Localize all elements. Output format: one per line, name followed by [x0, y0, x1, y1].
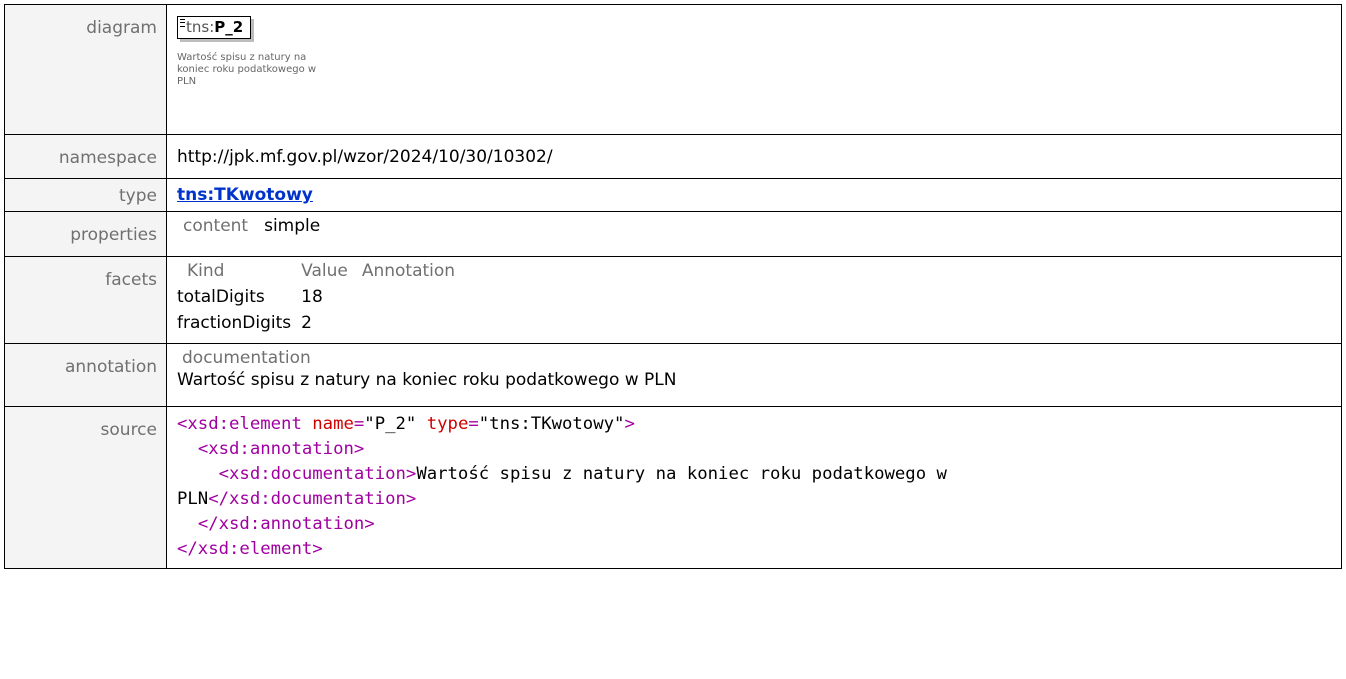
facet-kind: fractionDigits [177, 313, 292, 333]
xml-source-code: <xsd:element name="P_2" type="tns:TKwoto… [177, 414, 947, 559]
property-value: simple [264, 216, 321, 236]
diagram-documentation: Wartość spisu z natury na koniec roku po… [177, 52, 317, 87]
annotation-header: documentation [182, 348, 311, 368]
label-facets: facets [4, 256, 167, 344]
label-properties: properties [4, 211, 167, 257]
row-source: source <xsd:element name="P_2" type="tns… [4, 406, 1342, 569]
facets-table: Kind Value Annotation totalDigits 18 fra… [177, 261, 465, 337]
row-properties: properties content simple [4, 211, 1342, 257]
row-namespace: namespace http://jpk.mf.gov.pl/wzor/2024… [4, 134, 1342, 179]
row-type: type tns:TKwotowy [4, 178, 1342, 212]
facet-value: 18 [301, 287, 323, 307]
row-facets: facets Kind Value Annotation totalDigits… [4, 256, 1342, 344]
type-link[interactable]: tns:TKwotowy [177, 185, 313, 205]
facet-kind: totalDigits [177, 287, 265, 307]
namespace-value: http://jpk.mf.gov.pl/wzor/2024/10/30/103… [166, 134, 1342, 179]
properties-table: content simple [183, 216, 330, 236]
schema-element-table: diagram tns:P_2 Wartość spisu z natury n… [4, 4, 1342, 569]
label-type: type [4, 178, 167, 212]
row-annotation: annotation documentation Wartość spisu z… [4, 343, 1342, 407]
facet-row: fractionDigits 2 [177, 311, 465, 337]
facets-header-value: Value [301, 261, 348, 281]
element-icon [180, 19, 185, 27]
annotation-text: Wartość spisu z natury na koniec roku po… [177, 370, 677, 390]
diagram-cell: tns:P_2 Wartość spisu z natury na koniec… [166, 4, 1342, 135]
element-diagram-box[interactable]: tns:P_2 [177, 16, 252, 39]
facet-row: totalDigits 18 [177, 285, 465, 311]
facets-header-annotation: Annotation [361, 261, 456, 281]
property-key: content [183, 216, 249, 236]
diagram-element-name: P_2 [214, 18, 244, 36]
label-diagram: diagram [4, 4, 167, 135]
label-source: source [4, 406, 167, 569]
label-annotation: annotation [4, 343, 167, 407]
diagram-prefix: tns: [186, 18, 215, 36]
row-diagram: diagram tns:P_2 Wartość spisu z natury n… [4, 4, 1342, 135]
facet-value: 2 [301, 313, 312, 333]
facets-header-kind: Kind [187, 261, 225, 281]
label-namespace: namespace [4, 134, 167, 179]
